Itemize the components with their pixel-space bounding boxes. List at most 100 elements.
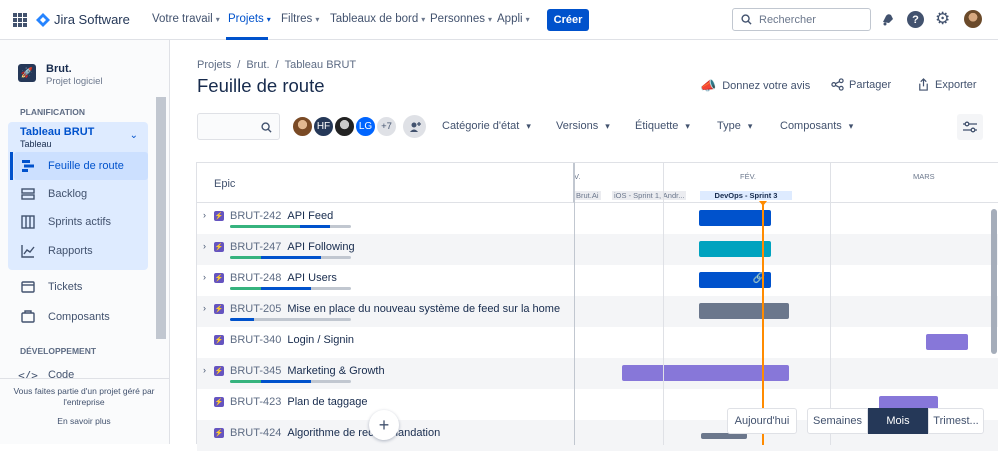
month-label: FÉV. xyxy=(740,172,756,181)
settings-icon[interactable]: ⚙ xyxy=(935,10,950,28)
tickets-icon xyxy=(20,279,36,295)
epic-title: API Users xyxy=(287,272,337,284)
chevron-right-icon[interactable]: › xyxy=(203,241,206,251)
project-name[interactable]: Brut. xyxy=(46,63,72,75)
epic-icon: ⚡ xyxy=(214,428,224,438)
epic-row[interactable]: › ⚡ BRUT-242 API Feed xyxy=(197,203,998,234)
filter-label: Type xyxy=(717,120,741,132)
filter-composants[interactable]: Composants ▾ xyxy=(780,120,853,132)
nav-appli[interactable]: Appli ▾ xyxy=(497,13,530,25)
filter-etat[interactable]: Catégorie d'état ▾ xyxy=(442,120,531,132)
avatar-more[interactable]: +7 xyxy=(375,115,398,138)
nav-label: Tableaux de bord xyxy=(330,13,419,25)
notifications-icon[interactable] xyxy=(880,11,896,27)
chevron-right-icon[interactable]: › xyxy=(203,365,206,375)
breadcrumb-board[interactable]: Tableau BRUT xyxy=(285,59,357,71)
filter-type[interactable]: Type ▾ xyxy=(717,120,752,132)
epic-label[interactable]: BRUT-205 Mise en place du nouveau système… xyxy=(230,303,560,315)
epic-timeline-bar[interactable]: 🔗 xyxy=(699,272,771,288)
avatar-hf[interactable]: HF xyxy=(312,115,335,138)
avatar-more-count: +7 xyxy=(381,121,392,132)
breadcrumb-separator: / xyxy=(237,59,241,71)
today-button[interactable]: Aujourd'hui xyxy=(727,408,797,434)
add-people-icon[interactable] xyxy=(403,115,426,138)
epic-icon: ⚡ xyxy=(214,335,224,345)
app-switcher-icon[interactable] xyxy=(13,13,27,27)
create-button[interactable]: Créer xyxy=(547,9,589,31)
view-quarters-button[interactable]: Trimest... xyxy=(928,408,984,434)
roadmap-scrollbar[interactable] xyxy=(991,209,997,354)
filter-versions[interactable]: Versions ▾ xyxy=(556,120,610,132)
components-icon xyxy=(20,309,36,325)
sprint-label[interactable]: Brut.Ai xyxy=(574,191,601,200)
epic-row[interactable]: › ⚡ BRUT-247 API Following xyxy=(197,234,998,265)
sidebar-scrollbar[interactable] xyxy=(156,97,166,339)
sidebar-item-rapports[interactable]: Rapports xyxy=(14,237,148,265)
breadcrumb-projects[interactable]: Projets xyxy=(197,59,231,71)
epic-timeline-bar[interactable] xyxy=(699,210,771,226)
avatar-photo-1[interactable] xyxy=(291,115,314,138)
filter-etiquette[interactable]: Étiquette ▾ xyxy=(635,120,690,132)
nav-votre-travail[interactable]: Votre travail ▾ xyxy=(152,13,220,25)
board-selector[interactable]: Tableau BRUT Tableau ⌄ xyxy=(20,126,142,152)
sidebar-item-tickets[interactable]: Tickets xyxy=(14,273,148,301)
jira-logo[interactable]: Jira Software xyxy=(36,12,130,27)
search-input[interactable]: Rechercher xyxy=(732,8,871,31)
view-months-button[interactable]: Mois xyxy=(868,408,928,434)
epic-progress-bar xyxy=(230,318,351,321)
megaphone-icon: 📣 xyxy=(700,78,717,93)
epic-timeline-bar[interactable] xyxy=(699,241,771,257)
epic-label[interactable]: BRUT-345 Marketing & Growth xyxy=(230,365,385,377)
sprint-label[interactable]: DevOps - Sprint 3 xyxy=(700,191,792,200)
user-avatar[interactable] xyxy=(964,10,982,28)
epic-row[interactable]: › ⚡ BRUT-345 Marketing & Growth xyxy=(197,358,998,389)
avatar-photo-2[interactable] xyxy=(333,115,356,138)
epic-title: Mise en place du nouveau système de feed… xyxy=(287,303,561,315)
avatar-initials: HF xyxy=(316,121,331,132)
sidebar-item-feuille-de-route[interactable]: Feuille de route xyxy=(14,152,148,180)
nav-projets[interactable]: Projets ▾ xyxy=(228,13,271,25)
epic-header-label: Epic xyxy=(214,178,236,190)
dev-heading: DÉVELOPPEMENT xyxy=(20,346,97,356)
export-button[interactable]: Exporter xyxy=(917,78,977,91)
chevron-right-icon[interactable]: › xyxy=(203,210,206,220)
epic-row[interactable]: › ⚡ BRUT-248 API Users 🔗 xyxy=(197,265,998,296)
nav-label: Appli xyxy=(497,13,523,25)
epic-label[interactable]: BRUT-247 API Following xyxy=(230,241,355,253)
sidebar-item-composants[interactable]: Composants xyxy=(14,303,148,331)
epic-label[interactable]: BRUT-423 Plan de taggage xyxy=(230,396,368,408)
epic-label[interactable]: BRUT-340 Login / Signin xyxy=(230,334,354,346)
help-icon[interactable]: ? xyxy=(907,11,924,28)
sidebar-item-backlog[interactable]: Backlog xyxy=(14,180,148,208)
epic-label[interactable]: BRUT-248 API Users xyxy=(230,272,337,284)
view-weeks-button[interactable]: Semaines xyxy=(807,408,868,434)
epic-row[interactable]: › ⚡ BRUT-205 Mise en place du nouveau systè… xyxy=(197,296,998,327)
epic-icon: ⚡ xyxy=(214,397,224,407)
learn-more-link[interactable]: En savoir plus xyxy=(10,416,158,426)
nav-personnes[interactable]: Personnes ▾ xyxy=(430,13,492,25)
top-navigation: Jira Software Votre travail ▾ Projets ▾ Fi… xyxy=(0,0,998,40)
chevron-right-icon[interactable]: › xyxy=(203,272,206,282)
avatar-lg[interactable]: LG xyxy=(354,115,377,138)
roadmap-search-input[interactable] xyxy=(197,113,280,140)
month-divider xyxy=(663,163,664,445)
nav-filtres[interactable]: Filtres ▾ xyxy=(281,13,319,25)
chevron-down-icon: ▾ xyxy=(605,120,610,131)
share-button[interactable]: Partager xyxy=(831,78,891,91)
month-label: MARS xyxy=(913,172,935,181)
chevron-right-icon[interactable]: › xyxy=(203,303,206,313)
add-epic-button[interactable]: + xyxy=(369,410,399,440)
feedback-button[interactable]: 📣 Donnez votre avis xyxy=(700,78,810,94)
epic-row[interactable]: ⚡ BRUT-340 Login / Signin xyxy=(197,327,998,358)
epic-timeline-bar[interactable] xyxy=(926,334,968,350)
epic-label[interactable]: BRUT-424 Algorithme de recommandation xyxy=(230,427,440,439)
breadcrumb-project[interactable]: Brut. xyxy=(246,59,269,71)
epic-timeline-bar[interactable] xyxy=(699,303,789,319)
nav-tableaux[interactable]: Tableaux de bord ▾ xyxy=(330,13,425,25)
sidebar-item-sprints[interactable]: Sprints actifs xyxy=(14,208,148,236)
epic-label[interactable]: BRUT-242 API Feed xyxy=(230,210,333,222)
sprint-label[interactable]: iOS - Sprint 1, Andr... xyxy=(612,191,687,200)
view-settings-icon[interactable] xyxy=(957,114,983,140)
app-name: Jira Software xyxy=(54,12,130,27)
epic-icon: ⚡ xyxy=(214,242,224,252)
